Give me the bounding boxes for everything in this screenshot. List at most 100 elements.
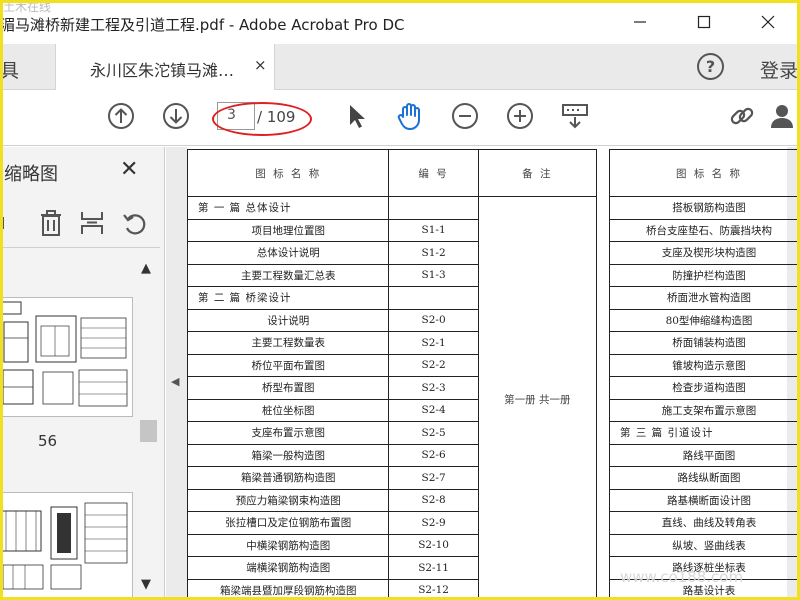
delete-page-button[interactable] xyxy=(36,208,66,238)
options-icon xyxy=(2,217,4,229)
previous-page-button[interactable] xyxy=(106,101,136,131)
drawing-code-cell: S1-1 xyxy=(388,218,479,242)
drawing-code-cell: S2-7 xyxy=(388,466,479,490)
zoom-out-button[interactable] xyxy=(450,101,480,131)
panel-divider xyxy=(0,247,160,248)
minimize-button[interactable] xyxy=(608,0,672,44)
thumbnail-page-number: 56 xyxy=(38,432,58,450)
table-row: 路线平面图 xyxy=(609,443,800,467)
share-link-button[interactable] xyxy=(727,101,757,131)
drawing-name-cell: 箱梁普通钢筋构造图 xyxy=(186,466,390,490)
page-thumbnail[interactable] xyxy=(0,492,133,600)
arrow-up-circle-icon xyxy=(108,103,134,129)
drawing-name-cell: 主要工程数量汇总表 xyxy=(186,263,390,287)
tab-bar: 具 永川区朱沱镇马滩… × ? 登录 xyxy=(0,44,800,90)
drawing-code-cell: S2-2 xyxy=(388,353,479,377)
tab-document[interactable]: 永川区朱沱镇马滩… × xyxy=(55,44,275,90)
scroll-down-icon[interactable]: ▼ xyxy=(141,577,151,592)
drawing-name-cell: 中横梁钢筋构造图 xyxy=(186,533,390,557)
select-tool-button[interactable] xyxy=(342,101,372,131)
extract-pages-button[interactable] xyxy=(77,208,107,238)
scrollbar-thumb[interactable] xyxy=(140,420,157,442)
close-icon xyxy=(761,15,775,29)
trash-icon xyxy=(41,210,61,236)
toolbar: 3 / 109 xyxy=(0,90,800,146)
drawing-code-cell: S2-8 xyxy=(388,488,479,512)
drawing-name-cell: 端横梁钢筋构造图 xyxy=(186,556,390,580)
drawing-name-cell: 桥面泄水管构造图 xyxy=(609,286,800,310)
hand-tool-button[interactable] xyxy=(395,101,425,131)
drawing-name-cell: 第 一 篇 总体设计 xyxy=(186,196,390,220)
table-row: 第 一 篇 总体设计 第一册 共一册 xyxy=(186,196,598,600)
drawing-name-cell: 搭板钢筋构造图 xyxy=(609,196,800,220)
window-title-text: 滩桥新建工程及引道工程.pdf - Adobe Acrobat Pro DC xyxy=(30,16,405,34)
drawing-name-cell: 80型伸缩缝构造图 xyxy=(609,308,800,332)
drawing-code-cell: S2-12 xyxy=(388,578,479,600)
share-user-button[interactable] xyxy=(768,101,798,131)
help-icon[interactable]: ? xyxy=(697,53,724,80)
page-thumbnail[interactable] xyxy=(0,297,133,417)
rotate-icon xyxy=(123,214,146,235)
page-display-icon xyxy=(562,104,588,129)
drawing-name-cell: 张拉槽口及定位钢筋布置图 xyxy=(186,511,390,535)
drawing-name-cell: 设计说明 xyxy=(186,308,390,332)
tab-tools[interactable]: 具 xyxy=(0,44,55,90)
table-header-row: 图 标 名 称编 号备 注 xyxy=(186,149,598,197)
drawing-code-cell: S2-6 xyxy=(388,443,479,467)
table-row: 路基横断面设计图 xyxy=(609,488,800,512)
login-button[interactable]: 登录 xyxy=(760,56,798,83)
close-panel-icon[interactable]: ✕ xyxy=(120,157,138,182)
table-row: 80型伸缩缝构造图 xyxy=(609,308,800,332)
drawing-name-cell: 路线平面图 xyxy=(609,443,800,467)
maximize-button[interactable] xyxy=(672,0,736,44)
thumbnail-drawing xyxy=(0,301,128,407)
rotate-page-button[interactable] xyxy=(120,208,150,238)
drawing-name-cell: 箱梁端县暨加厚段钢筋构造图 xyxy=(186,578,390,600)
tab-close-icon[interactable]: × xyxy=(254,56,267,74)
zoom-in-button[interactable] xyxy=(505,101,535,131)
drawing-name-cell: 路基横断面设计图 xyxy=(609,488,800,512)
drawing-name-cell: 桥面铺装构造图 xyxy=(609,331,800,355)
table-row: 桥面铺装构造图 xyxy=(609,331,800,355)
table-row: 搭板钢筋构造图 xyxy=(609,196,800,220)
extract-pages-icon xyxy=(81,212,103,234)
page-display-button[interactable] xyxy=(560,101,590,131)
hand-icon xyxy=(397,103,420,130)
scroll-up-icon[interactable]: ▲ xyxy=(141,261,151,276)
drawing-code-cell: S2-3 xyxy=(388,376,479,400)
drawing-code-cell xyxy=(388,196,479,220)
table-row: 检查步道构造图 xyxy=(609,376,800,400)
table-header-cell: 图 标 名 称 xyxy=(186,149,390,197)
table-header-cell: 编 号 xyxy=(388,149,479,197)
drawing-name-cell: 锥坡构造示意图 xyxy=(609,353,800,377)
drawing-name-cell: 施工支架布置示意图 xyxy=(609,398,800,422)
tab-document-label: 永川区朱沱镇马滩… xyxy=(90,61,235,80)
link-icon xyxy=(730,107,754,125)
drawing-name-cell: 直线、曲线及转角表 xyxy=(609,511,800,535)
thumbnail-options-button[interactable] xyxy=(0,208,18,238)
minus-circle-icon xyxy=(452,103,478,129)
table-row: 纵坡、竖曲线表 xyxy=(609,533,800,557)
drawing-name-cell: 桥台支座垫石、防震挡块构 xyxy=(609,218,800,242)
drawing-name-cell: 主要工程数量表 xyxy=(186,331,390,355)
drawing-code-cell: S2-11 xyxy=(388,556,479,580)
annotation-oval xyxy=(212,102,312,136)
table-row: 桥面泄水管构造图 xyxy=(609,286,800,310)
watermark-logo: 土木在线 xyxy=(3,0,52,14)
drawing-name-cell: 总体设计说明 xyxy=(186,241,390,265)
next-page-button[interactable] xyxy=(161,101,191,131)
table-row: 桥台支座垫石、防震挡块构 xyxy=(609,218,800,242)
close-window-button[interactable] xyxy=(736,0,800,44)
thumbnail-panel: 缩略图 ✕ 56 ▲ ▼ xyxy=(0,147,165,600)
drawing-name-cell: 检查步道构造图 xyxy=(609,376,800,400)
drawing-code-cell: S1-3 xyxy=(388,263,479,287)
table-header-cell: 图 标 名 称 xyxy=(609,149,800,197)
document-view: ◀ 图 标 名 称编 号备 注第 一 篇 总体设计 第一册 共一册 项目地理位置图 S… xyxy=(166,147,800,600)
drawing-name-cell: 预应力箱梁钢束构造图 xyxy=(186,488,390,512)
drawing-name-cell: 桥位平面布置图 xyxy=(186,353,390,377)
arrow-down-circle-icon xyxy=(163,103,189,129)
table-row: 支座及楔形块构造图 xyxy=(609,241,800,265)
collapse-panel-icon[interactable]: ◀ xyxy=(171,375,179,388)
title-bar: 土木在线 湄马滩桥新建工程及引道工程.pdf - Adobe Acrobat P… xyxy=(0,0,800,44)
table-row: 防撞护栏构造图 xyxy=(609,263,800,287)
